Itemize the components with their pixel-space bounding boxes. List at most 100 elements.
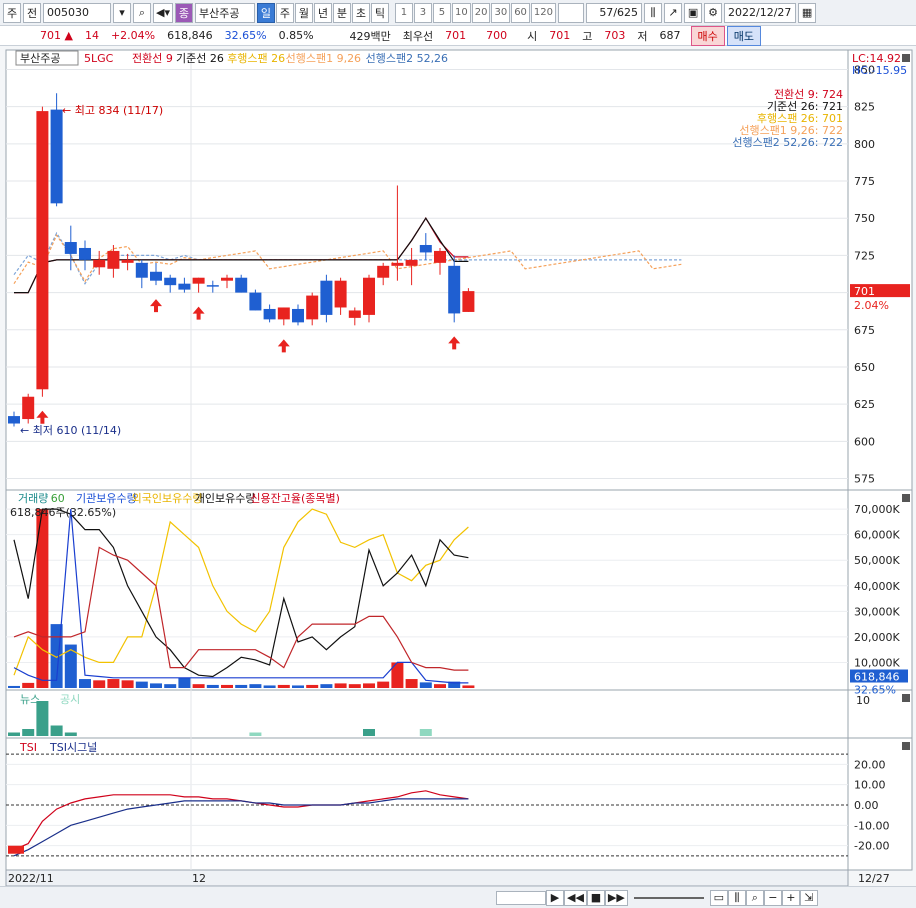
candle-body [348,310,361,318]
draw-icon[interactable]: ↗ [664,2,683,23]
sell-button[interactable]: 매도 [726,25,762,46]
volume-bar [64,644,77,688]
bottom-bar: ▶ ◀◀ ■ ▶▶ ▭ ⫼ ⌕ − + ⇲ [0,886,916,908]
period-tab-0[interactable]: 일 [256,2,275,23]
interval-tab-3[interactable]: 3 [413,2,432,23]
interval-tab-10[interactable]: 10 [451,2,471,23]
volume-bar [249,684,262,688]
ma-legend: 5LGC [84,52,114,65]
y-tick-vol: 70,000K [854,503,900,516]
volume-bar [348,684,361,688]
news-bar [22,729,35,736]
candle-body [235,277,248,293]
buy-button[interactable]: 매수 [690,25,725,46]
hc-label: HC:-15.95 [852,64,907,77]
period-tabs: 일주월년분초틱 [256,2,389,23]
volume-bar [121,680,134,688]
period-tab-5[interactable]: 초 [351,2,370,23]
pane-close-icon [902,694,910,702]
chart-type-icon[interactable]: ⫼ [727,889,746,906]
dropdown-icon[interactable]: ▾ [113,2,131,23]
stock-badge: 종 [174,2,193,23]
best-bid: 700 [486,29,508,42]
zoom-icon[interactable]: ⌕ [745,889,764,906]
period-tab-2[interactable]: 월 [294,2,313,23]
news-legend-item-1: 공시 [60,693,80,706]
candle-body [121,259,134,263]
plus-icon[interactable]: + [781,889,800,906]
volume-bar [8,685,20,688]
interval-tab-20[interactable]: 20 [471,2,491,23]
calendar-icon[interactable]: ▦ [798,2,817,23]
y-tick-main: 800 [854,138,875,151]
candle-icon[interactable]: ⫼ [644,2,663,23]
current-price: 701 ▲ [40,29,73,42]
period-tab-3[interactable]: 년 [313,2,332,23]
candle-body [320,280,333,315]
layout-icon[interactable]: ▭ [709,889,728,906]
price-tag-value: 701 [854,285,875,298]
save-icon[interactable]: ▣ [684,2,703,23]
date-input[interactable]: 2022/12/27 [724,2,797,23]
minus-icon[interactable]: − [763,889,782,906]
settings-icon[interactable]: ⚙ [704,2,723,23]
candle-body [277,307,290,320]
interval-tab-30[interactable]: 30 [491,2,511,23]
speaker-icon[interactable]: ◀▾ [153,2,173,23]
stock-code-input[interactable]: 005030 [43,2,111,23]
open-price: 701 [549,29,571,42]
low-price: 687 [659,29,681,42]
interval-tab-1[interactable]: 1 [394,2,413,23]
forward-icon[interactable]: ▶▶ [604,889,628,906]
search-icon[interactable]: ⌕ [133,2,151,23]
news-bar [8,732,20,736]
play-icon[interactable]: ▶ [546,889,564,906]
candle-body [391,262,404,266]
stop-icon[interactable]: ■ [586,889,605,906]
volume-bar [462,685,475,688]
pane-bg-1 [5,489,849,691]
y-tick-vol: 40,000K [854,580,900,593]
stock-name: 부산주공 [194,2,255,23]
y-tick-news: 10 [856,694,870,707]
right-value-4: 선행스팬2 52,26: 722 [732,136,843,149]
scrollbar[interactable] [496,890,546,905]
market-select[interactable]: 전 [23,2,41,23]
period-tab-6[interactable]: 틱 [370,2,389,23]
price-tag-pct: 2.04% [854,299,889,312]
interval-tab-60[interactable]: 60 [511,2,530,23]
volume-bar [306,684,319,688]
news-bar [363,729,375,736]
candle-body [419,244,432,253]
axis-bg-0 [847,49,913,491]
news-bar [50,725,63,736]
candle-body [150,271,162,281]
candle-body [334,280,347,308]
expand-icon[interactable]: ⇲ [799,889,818,906]
y-tick-tsi: 20.00 [854,758,886,771]
x-axis-bg [5,869,849,886]
chart-area[interactable]: 850825800775750725700675650625600575← 최고… [0,46,916,886]
volume-bar [221,684,233,688]
y-tick-tsi: -10.00 [854,819,889,832]
y-tick-tsi: 0.00 [854,799,879,812]
y-tick-tsi: 10.00 [854,779,886,792]
period-tab-4[interactable]: 분 [332,2,351,23]
interval-tab-5[interactable]: 5 [432,2,451,23]
toolbar: 주 전 005030 ▾ ⌕ ◀▾ 종 부산주공 일주월년분초틱 1 3 5 10 20… [0,0,916,26]
interval-tab-120[interactable]: 120 [530,2,557,23]
candle-body [192,277,205,284]
candle-body [292,308,304,323]
candle-body [306,295,319,320]
volume-ratio: 32.65% [224,29,267,42]
interval-custom-input[interactable] [558,2,585,23]
x-label-1: 12 [192,872,206,885]
period-tab-1[interactable]: 주 [275,2,294,23]
mode-select[interactable]: 주 [3,2,21,23]
zoom-slider[interactable] [633,896,704,899]
volume-bar [178,677,191,688]
high-label: 고 [582,29,593,43]
count-input[interactable]: 57/625 [586,2,643,23]
legend-item-1: 기준선 26 [176,52,224,65]
rewind-icon[interactable]: ◀◀ [564,889,587,906]
